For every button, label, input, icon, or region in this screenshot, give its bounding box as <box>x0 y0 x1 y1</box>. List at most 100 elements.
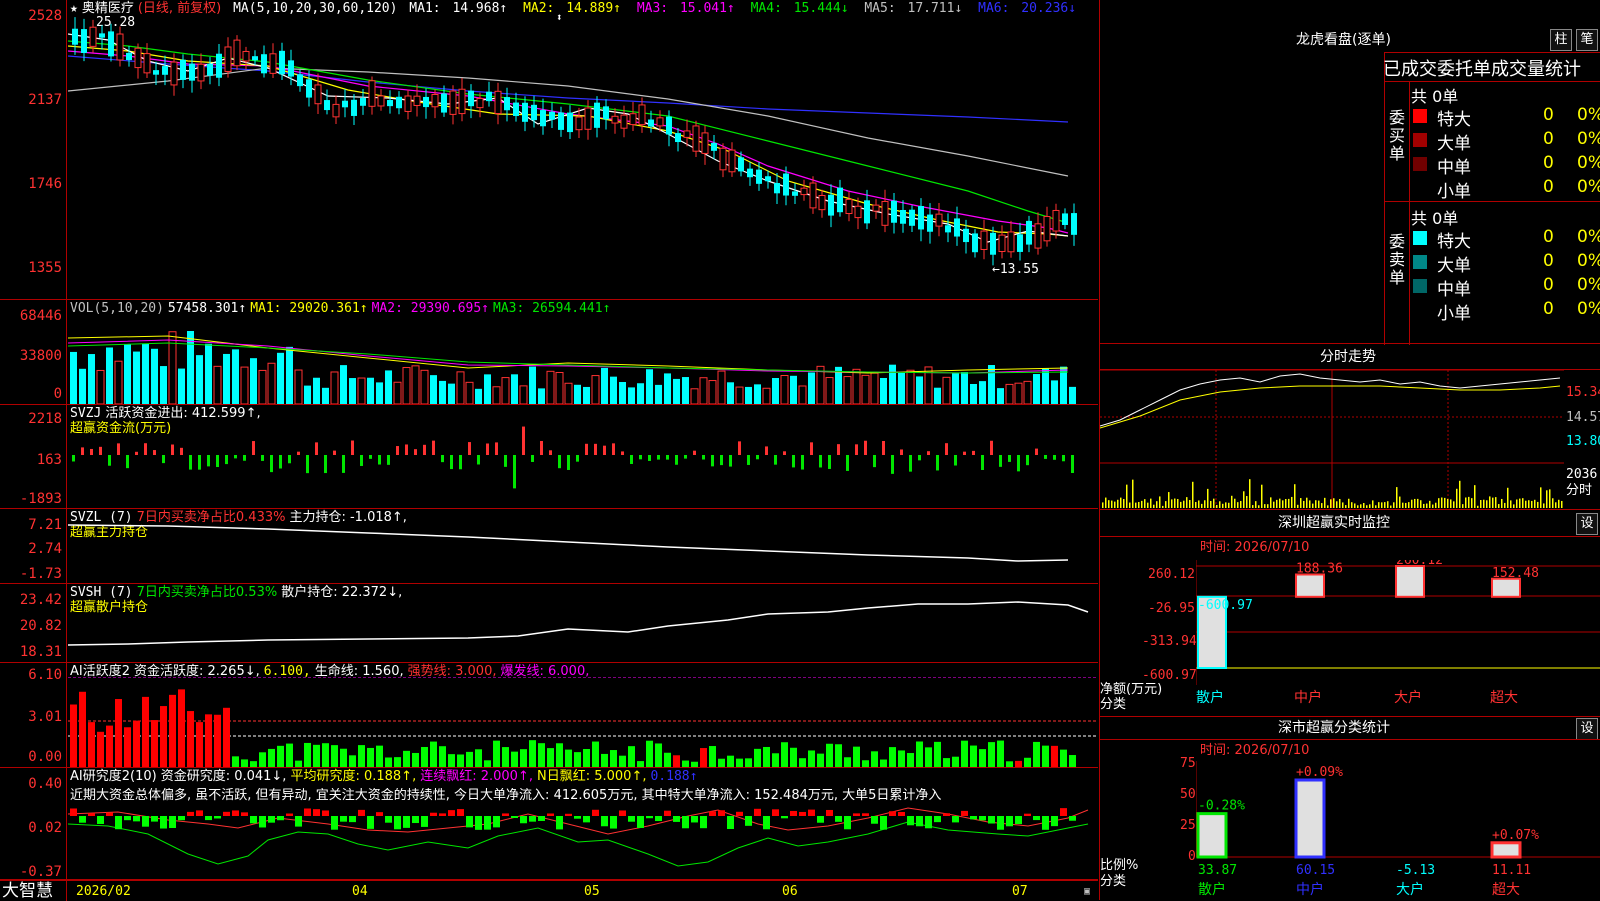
volume-bar <box>456 371 465 404</box>
research-bar <box>565 813 572 816</box>
research-bar <box>943 813 950 816</box>
candle-body <box>180 59 186 80</box>
intraday-volume-bar <box>1543 503 1545 508</box>
sz-monitor-chart[interactable]: -600.97 188.36 260.12 152.48 <box>1196 560 1600 685</box>
candle-body <box>351 99 357 116</box>
kline-chart[interactable] <box>68 16 1096 276</box>
order-color-swatch <box>1413 133 1427 147</box>
research-bar <box>556 816 563 830</box>
volume-pane[interactable]: 68446 33800 0 VOL(5,10,20) 57458.301↑ MA1:… <box>0 300 1098 405</box>
intraday-volume-bar <box>1396 487 1398 508</box>
intraday-volume-bar <box>1372 500 1374 508</box>
intraday-panel[interactable]: 分时走势 15.34 14.57 13.80 2036 分时 <box>1099 344 1600 510</box>
x-axis-label: 05 <box>584 884 600 899</box>
order-color-swatch <box>1413 231 1427 245</box>
main-holding-label: -1.73 <box>19 566 62 582</box>
volume-bar <box>664 373 671 404</box>
flow-bar <box>990 440 993 455</box>
main-holding-chart[interactable] <box>68 509 1096 583</box>
lock-icon[interactable]: ▣ <box>1084 884 1090 899</box>
sz-monitor-bar-value: 188.36 <box>1296 562 1343 577</box>
stroke-mode-button[interactable]: 笔 <box>1576 29 1598 51</box>
candle-body <box>89 26 97 47</box>
volume-bar <box>745 386 752 404</box>
candle-body <box>701 132 709 154</box>
fund-flow-axis: 2218 163 -1893 <box>0 405 67 508</box>
order-count: 0 <box>1543 299 1554 319</box>
sz-monitor-panel[interactable]: 深圳超赢实时监控 设 时间: 2026/07/10 260.12 -26.95 … <box>1099 510 1600 717</box>
intraday-volume-bar <box>1429 500 1431 508</box>
main-holding-pane[interactable]: 7.21 2.74 -1.73 SVZL (7) 7日内买卖净占比0.433% 主力… <box>0 509 1098 584</box>
intraday-volume-bar <box>1216 504 1218 508</box>
cursor-marker: ⬍ <box>556 11 563 24</box>
volume-bar <box>898 372 905 404</box>
flow-bar <box>423 444 426 455</box>
flow-bar <box>936 455 939 471</box>
research-bar <box>682 816 689 829</box>
sz-stat-chart[interactable]: -0.28% 33.87 +0.09% 60.15 -5.13 +0.07% 11.11 <box>1196 761 1600 901</box>
candle-body <box>431 93 439 108</box>
activity-bar <box>727 755 734 767</box>
brand-label[interactable]: 大智慧 <box>2 882 53 901</box>
kline-mode[interactable]: (日线, 前复权) <box>138 1 221 16</box>
research-bar <box>997 816 1004 830</box>
candle-body <box>261 54 267 74</box>
flow-bar <box>504 455 507 467</box>
flow-bar <box>468 442 471 455</box>
research-bar <box>115 816 122 830</box>
intraday-volume-bar <box>1450 499 1452 508</box>
volume-label: 68446 <box>19 308 62 324</box>
intraday-volume-bar <box>1456 488 1458 508</box>
sz-stat-panel[interactable]: 深市超赢分类统计 设 时间: 2026/07/10 75 50 25 0 比例%… <box>1099 717 1600 900</box>
flow-bar <box>360 455 363 466</box>
favorite-star-icon[interactable]: ★ <box>70 1 78 16</box>
order-stat-header: 已成交委托单成交量统计 <box>1383 59 1581 80</box>
bar-mode-button[interactable]: 柱 <box>1550 29 1572 51</box>
candle-body <box>584 107 592 130</box>
order-percent: 0% <box>1577 227 1600 247</box>
retail-holding-pane[interactable]: 23.42 20.82 18.31 SVSH (7) 7日内买卖净占比0.53% 散… <box>0 584 1098 663</box>
candle-body <box>728 149 736 173</box>
stock-name[interactable]: 奥精医疗 <box>82 1 134 16</box>
order-count: 0 <box>1543 105 1554 125</box>
intraday-volume-bar <box>1315 500 1317 508</box>
volume-bar <box>1069 386 1076 404</box>
intraday-volume-bar <box>1273 501 1275 508</box>
intraday-volume-bar <box>1303 500 1305 508</box>
ai-research-pane[interactable]: 0.40 0.02 -0.37 AI研究度2(10) 资金研究度: 0.041↓,… <box>0 768 1098 880</box>
sz-stat-settings-button[interactable]: 设 <box>1576 718 1598 740</box>
candle-body <box>567 112 573 133</box>
fund-flow-chart[interactable] <box>68 425 1096 507</box>
flow-bar <box>666 455 669 460</box>
kline-pane[interactable]: 2528 2137 1746 1355 ★ 奥精医疗 (日线, 前复权) MA(5,… <box>0 0 1098 300</box>
activity-bar <box>628 746 635 767</box>
intraday-volume-bar <box>1258 505 1260 508</box>
intraday-chart[interactable] <box>1100 370 1564 508</box>
activity-bar <box>475 749 482 767</box>
ai-research-chart[interactable] <box>68 804 1096 878</box>
sz-monitor-settings-button[interactable]: 设 <box>1576 513 1598 535</box>
retail-holding-label: 18.31 <box>19 644 62 660</box>
price-label: 1746 <box>28 176 62 192</box>
volume-chart[interactable] <box>68 318 1096 404</box>
activity-bar <box>286 743 293 767</box>
ai-activity-pane[interactable]: 6.10 3.01 0.00 AI活跃度2 资金活跃度: 2.265↓, 6.100… <box>0 663 1098 768</box>
flow-bar <box>441 455 444 463</box>
volume-bar <box>574 384 581 404</box>
research-bar <box>187 811 194 816</box>
retail-holding-chart[interactable] <box>68 584 1096 662</box>
volume-label: 0 <box>53 386 62 402</box>
flow-bar <box>864 440 867 455</box>
intraday-volume-bar <box>1546 490 1548 508</box>
fund-flow-pane[interactable]: 2218 163 -1893 SVZJ 活跃资金进出: 412.599↑, 超赢资… <box>0 405 1098 509</box>
sz-stat-category: 中户 <box>1296 882 1324 898</box>
price-label: 1355 <box>28 260 62 276</box>
research-bar <box>1015 816 1022 825</box>
research-bar <box>745 816 752 826</box>
intraday-volume-bar <box>1504 502 1506 508</box>
candle-body <box>1052 209 1060 232</box>
intraday-volume-bar <box>1219 501 1221 508</box>
sz-monitor-bar-value: -600.97 <box>1198 598 1253 613</box>
ai-activity-chart[interactable] <box>68 677 1096 767</box>
intraday-volume-bar <box>1198 500 1200 508</box>
